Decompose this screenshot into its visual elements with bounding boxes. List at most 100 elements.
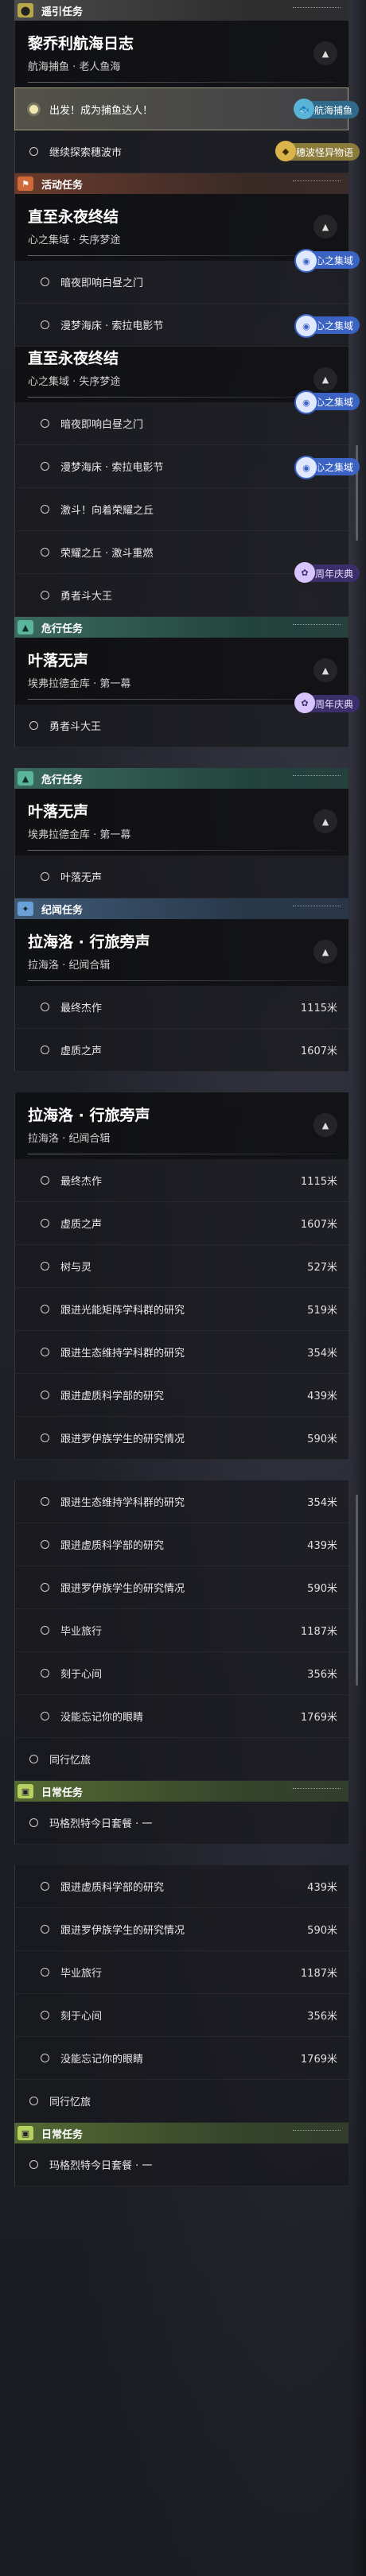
chevron-up-icon[interactable]: ▲ [313,940,337,964]
circle-bullet-icon [41,277,49,286]
quest-step[interactable]: 玛格烈特今日套餐 · 一 [14,2143,348,2186]
divider [28,980,336,981]
step-distance: 439米 [307,1391,337,1402]
section-title: 日常任务 [41,1787,84,1799]
quest-step[interactable]: 出发！成为捕鱼达人！ 🐟 航海捕鱼 [14,87,359,130]
circle-bullet-icon [29,1755,38,1763]
step-distance: 356米 [307,1669,337,1681]
quest-step[interactable]: 勇者斗大王 ✿ 周年庆典 [14,692,360,747]
step-distance: 590米 [307,1583,337,1595]
quest-title-lahai[interactable]: 拉海洛 · 行旅旁声 拉海洛 · 纪闻合辑 ▲ [14,919,348,986]
heart-domain-tag-label: 心之集域 [314,396,353,408]
quest-step[interactable]: 树与灵 527米 [14,1245,348,1288]
quest-step[interactable]: 暗夜即响白昼之门 ◉ 心之集域 [14,390,360,445]
quest-step[interactable]: 刻于心间 356米 [14,1652,348,1695]
step-distance: 1607米 [300,1046,337,1057]
section-title: 危行任务 [41,774,84,786]
section-header-danger[interactable]: ▲ 危行任务 [14,617,348,638]
quest-step[interactable]: 漫梦海床 · 索拉电影节 ◉ 心之集域 [14,445,360,488]
star-icon: ✦ [18,902,33,916]
quest-step[interactable]: 最终杰作 1115米 [14,1159,348,1202]
warning-icon: ▲ [18,771,33,786]
quest-step[interactable]: 跟进虚质科学部的研究 439米 [14,1374,348,1417]
circle-bullet-icon [41,1540,49,1549]
quest-step[interactable]: 跟进虚质科学部的研究 439米 [14,1523,348,1566]
quest-location: 航海捕鱼 · 老人鱼海 [28,61,121,73]
circle-bullet-icon [41,1925,49,1934]
quest-step[interactable]: 跟进虚质科学部的研究 439米 [14,1865,348,1908]
ghost-story-tag-label: 穗波怪异物语 [295,146,353,158]
circle-bullet-icon [41,1003,49,1011]
anniversary-icon: ✿ [294,692,315,713]
section-title: 日常任务 [41,2128,84,2141]
chevron-up-icon[interactable]: ▲ [313,215,337,239]
quest-step[interactable]: 最终杰作 1115米 [14,986,348,1029]
step-label: 树与灵 [60,1262,92,1274]
section-header-daily[interactable]: ▣ 日常任务 [14,2123,348,2143]
quest-step[interactable]: 暗夜即响白昼之门 ◉ 心之集域 [14,249,360,304]
quest-step[interactable]: 玛格烈特今日套餐 · 一 [14,1802,348,1845]
quest-step[interactable]: 同行忆旅 [14,1738,348,1781]
step-label: 暗夜即响白昼之门 [60,277,144,289]
chevron-up-icon[interactable]: ▲ [313,41,337,65]
chevron-up-icon[interactable]: ▲ [313,367,337,391]
quest-title-leaf2[interactable]: 叶落无声 埃弗拉德金库 · 第一幕 ▲ [14,789,348,855]
circle-bullet-icon [29,147,38,156]
section-header-activity[interactable]: ⚑ 活动任务 [14,173,348,194]
scrollbar[interactable] [356,1495,358,1686]
quest-step[interactable]: 跟进罗伊族学生的研究情况 590米 [14,1908,348,1951]
section-header-story[interactable]: ✦ 纪闻任务 [14,898,348,919]
quest-location: 心之集域 · 失序梦途 [28,235,121,246]
quest-step[interactable]: 没能忘记你的眼睛 1769米 [14,2037,348,2080]
quest-step[interactable]: 同行忆旅 [14,2080,348,2123]
step-label: 玛格烈特今日套餐 · 一 [49,2160,153,2172]
quest-step[interactable]: 虚质之声 1607米 [14,1202,348,1245]
step-distance: 527米 [307,1262,337,1274]
circle-bullet-icon [41,1882,49,1891]
chevron-up-icon[interactable]: ▲ [313,809,337,833]
fishing-tag: 🐟 航海捕鱼 [293,99,359,119]
quest-title-lahai2[interactable]: 拉海洛 · 行旅旁声 拉海洛 · 纪闻合辑 ▲ [14,1092,348,1159]
quest-title-fisher[interactable]: 黎乔利航海日志 航海捕鱼 · 老人鱼海 ▲ [14,21,348,87]
section-header-danger[interactable]: ▲ 危行任务 [14,768,348,789]
quest-step[interactable]: 跟进生态维持学科群的研究 354米 [14,1331,348,1374]
circle-bullet-icon [41,1968,49,1977]
step-label: 没能忘记你的眼睛 [60,1712,144,1724]
circle-bullet-icon [41,1669,49,1678]
header-decoration [293,775,341,778]
circle-bullet-icon [41,1497,49,1506]
quest-step[interactable]: 激斗！向着荣耀之丘 [14,488,348,531]
quest-step[interactable]: 跟进生态维持学科群的研究 354米 [14,1480,348,1523]
quest-step[interactable]: 毕业旅行 1187米 [14,1951,348,1994]
quest-step[interactable]: 勇者斗大王 ✿ 周年庆典 [14,562,360,617]
anniversary-icon: ✿ [294,562,315,583]
quest-step[interactable]: 毕业旅行 1187米 [14,1609,348,1652]
circle-bullet-icon [41,1626,49,1635]
quest-step[interactable]: 漫梦海床 · 索拉电影节 ◉ 心之集域 [14,304,360,347]
step-distance: 1115米 [300,1003,337,1014]
location-pin-icon: ⬤ [18,3,33,17]
heart-domain-tag-label: 心之集域 [314,461,353,473]
quest-step[interactable]: 没能忘记你的眼睛 1769米 [14,1695,348,1738]
chevron-up-icon[interactable]: ▲ [313,658,337,682]
quest-location: 心之集域 · 失序梦途 [28,376,121,388]
chevron-up-icon[interactable]: ▲ [313,1113,337,1137]
quest-name: 拉海洛 · 行旅旁声 [28,1107,150,1124]
section-header-guide[interactable]: ⬤ 遥引任务 [14,0,348,21]
quest-step[interactable]: 跟进罗伊族学生的研究情况 590米 [14,1417,348,1460]
quest-step[interactable]: 跟进罗伊族学生的研究情况 590米 [14,1566,348,1609]
section-header-daily[interactable]: ▣ 日常任务 [14,1781,348,1802]
circle-bullet-icon [41,2054,49,2062]
header-decoration [293,906,341,908]
divider [28,255,336,256]
quest-step[interactable]: 继续探索穗波市 ◆ 穗波怪异物语 [14,130,360,173]
quest-step[interactable]: 虚质之声 1607米 [14,1029,348,1072]
quest-step[interactable]: 叶落无声 [14,855,348,898]
heart-domain-icon: ◉ [294,249,318,273]
quest-step[interactable]: 跟进光能矩阵学科群的研究 519米 [14,1288,348,1331]
heart-domain-icon: ◉ [294,314,318,338]
divider [28,699,336,700]
step-label: 勇者斗大王 [49,721,102,733]
circle-bullet-icon [29,1818,38,1827]
quest-step[interactable]: 刻于心间 356米 [14,1994,348,2037]
